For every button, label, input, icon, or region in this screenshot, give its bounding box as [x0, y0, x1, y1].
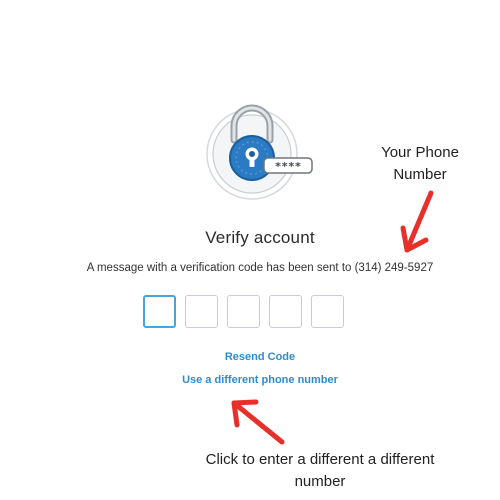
verify-account-page: **** Verify account A message with a ver… — [0, 0, 500, 500]
arrow-to-phone-number-icon — [400, 190, 434, 253]
annotation-arrows — [231, 190, 434, 445]
arrow-to-different-number-icon — [231, 399, 285, 445]
